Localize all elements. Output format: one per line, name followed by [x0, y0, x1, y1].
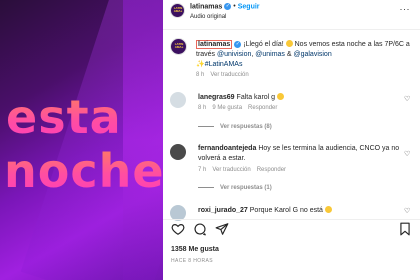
comment-meta: 8 h 9 Me gusta Responder [198, 105, 283, 111]
actions-divider [163, 219, 420, 220]
post-header: LATIN AMAs latinamas ✓ • Seguir Audio origi… [163, 0, 420, 28]
comment-body: Falta karol g [236, 94, 276, 101]
hashtag-latinamas[interactable]: #LatinAMAs [205, 61, 243, 68]
avatar-logo-text: LATIN AMAs [173, 6, 183, 14]
header-username[interactable]: latinamas [190, 3, 222, 10]
comment-username[interactable]: fernandoantejeda [198, 145, 256, 152]
comment-text: roxi_jurado_27 Porque Karol G no está [198, 206, 398, 216]
replies-line [198, 125, 214, 127]
comment-body: Porque Karol G no está [249, 207, 323, 214]
mention-galavision[interactable]: @galavision [293, 51, 331, 58]
caption-verified-badge-icon: ✓ [234, 40, 242, 48]
sad-emoji-icon [324, 206, 332, 213]
sunglasses-emoji-icon [285, 40, 293, 47]
caption-translate-link[interactable]: Ver traducción [210, 72, 248, 78]
caption-avatar-logo-text: LATIN AMAs [174, 42, 184, 50]
mention-unimas[interactable]: @unimas [255, 51, 285, 58]
caption-text: latinamas ✓ ¡Llegó el día! Nos vemos esta… [196, 40, 414, 70]
comment-bubble-icon[interactable] [193, 222, 207, 236]
replies-line [198, 186, 214, 188]
caption-meta: 8 h Ver traducción [196, 72, 255, 78]
view-replies-link[interactable]: Ver respuestas (8) [198, 124, 272, 130]
comment-text: fernandoantejeda Hoy se les termina la a… [198, 144, 408, 164]
comment-username[interactable]: roxi_jurado_27 [198, 207, 248, 214]
header-user-row: latinamas ✓ • Seguir [190, 3, 260, 10]
like-heart-icon[interactable] [171, 222, 185, 236]
post-timestamp: HACE 8 HORAS [171, 258, 214, 264]
comment-avatar[interactable] [170, 144, 186, 160]
comment-reply-link[interactable]: Responder [257, 167, 286, 173]
follow-button[interactable]: Seguir [238, 3, 260, 10]
comment-like-heart-icon[interactable]: ♡ [404, 151, 411, 158]
audio-original-link[interactable]: Audio original [190, 14, 226, 20]
verified-badge-icon: ✓ [224, 3, 232, 10]
comment-reply-link[interactable]: Responder [248, 105, 277, 111]
mention-univision[interactable]: @univision [217, 51, 251, 58]
sparkles-emoji-icon: ✨ [196, 61, 205, 68]
action-bar [163, 222, 420, 242]
comment-username[interactable]: lanegras69 [198, 94, 235, 101]
header-separator: • [233, 3, 236, 11]
share-paper-plane-icon[interactable] [215, 222, 229, 236]
account-avatar[interactable]: LATIN AMAs [170, 3, 185, 18]
view-replies-label[interactable]: Ver respuestas (8) [220, 124, 272, 130]
media-text-line-1: esta [6, 90, 122, 144]
post-panel: LATIN AMAs latinamas ✓ • Seguir Audio origi… [163, 0, 420, 280]
header-divider [163, 29, 420, 30]
smile-emoji-icon [277, 93, 285, 100]
post-media[interactable]: esta noche [0, 0, 163, 280]
likes-count[interactable]: 1358 Me gusta [171, 246, 219, 253]
caption-time: 8 h [196, 72, 205, 78]
comment-text: lanegras69 Falta karol g [198, 93, 398, 103]
comment-time: 8 h [198, 105, 207, 111]
comment-avatar[interactable] [170, 92, 186, 108]
comment-time: 7 h [198, 167, 207, 173]
comment-likes[interactable]: 9 Me gusta [212, 105, 242, 111]
view-replies-label[interactable]: Ver respuestas (1) [220, 185, 272, 191]
media-text-line-2: noche [4, 144, 163, 198]
caption-avatar[interactable]: LATIN AMAs [170, 38, 187, 55]
comment-meta: 7 h Ver traducción Responder [198, 167, 292, 173]
save-bookmark-icon[interactable] [398, 222, 412, 236]
more-options-icon[interactable]: ··· [400, 4, 411, 14]
comment-like-heart-icon[interactable]: ♡ [404, 96, 411, 103]
comment-like-heart-icon[interactable]: ♡ [404, 208, 411, 215]
comment-translate-link[interactable]: Ver traducción [212, 167, 250, 173]
caption-username[interactable]: latinamas [196, 40, 233, 49]
view-replies-link[interactable]: Ver respuestas (1) [198, 185, 272, 191]
caption-text-1: ¡Llegó el día! [243, 41, 286, 48]
